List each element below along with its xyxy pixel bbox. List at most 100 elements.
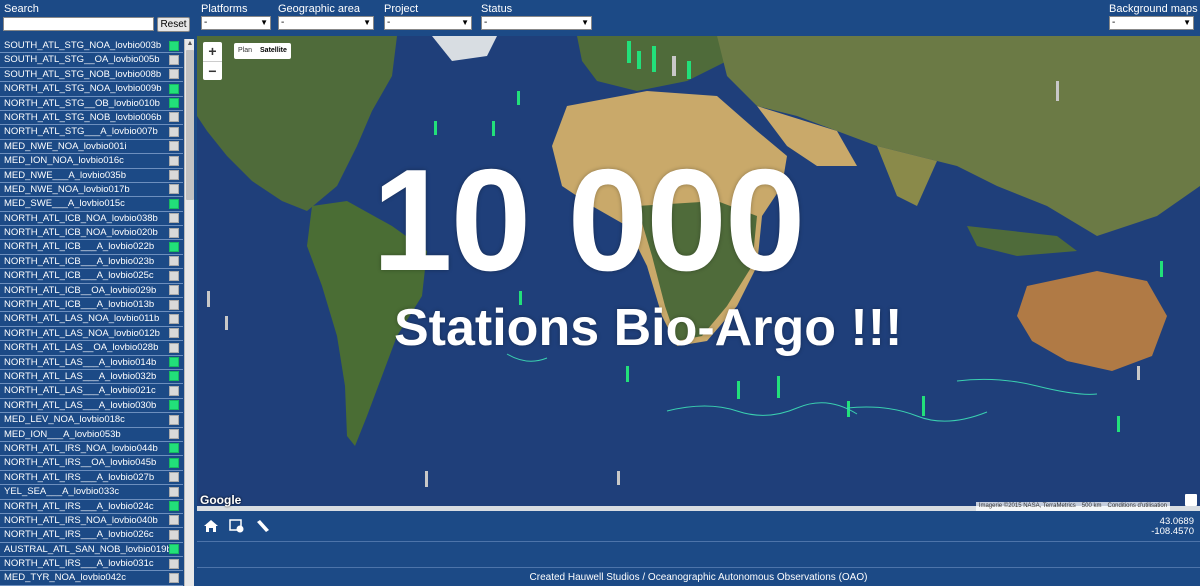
float-name: NORTH_ATL_ICB__OA_lovbio029b	[4, 284, 157, 296]
float-marker[interactable]	[517, 91, 520, 105]
float-list-item[interactable]: NORTH_ATL_ICB___A_lovbio023b	[0, 255, 183, 270]
active-status-indicator	[169, 457, 179, 468]
home-icon[interactable]	[203, 519, 219, 533]
float-list-item[interactable]: NORTH_ATL_IRS___A_lovbio026c	[0, 528, 183, 543]
float-list-item[interactable]: NORTH_ATL_STG__OB_lovbio010b	[0, 97, 183, 111]
float-list-item[interactable]: NORTH_ATL_LAS___A_lovbio014b	[0, 356, 183, 370]
float-list-item[interactable]: NORTH_ATL_ICB__OA_lovbio029b	[0, 284, 183, 299]
float-list-item[interactable]: MED_ION_NOA_lovbio016c	[0, 154, 183, 169]
float-marker[interactable]	[425, 471, 428, 487]
float-list-item[interactable]: SOUTH_ATL_STG_NOB_lovbio008b	[0, 68, 183, 83]
inactive-status-indicator	[169, 170, 179, 181]
float-list-item[interactable]: YEL_SEA___A_lovbio033c	[0, 485, 183, 500]
inactive-status-indicator	[169, 69, 179, 80]
float-list-item[interactable]: MED_NWE_NOA_lovbio001i	[0, 140, 183, 155]
project-value: -	[387, 17, 391, 28]
status-select[interactable]: - ▼	[481, 16, 592, 30]
map-type-satellite[interactable]: Satellite	[256, 43, 291, 59]
float-name: MED_ION___A_lovbio053b	[4, 428, 121, 440]
fullscreen-icon[interactable]	[1185, 494, 1197, 506]
active-status-indicator	[169, 241, 179, 252]
terms-link[interactable]: Conditions d'utilisation	[1104, 502, 1170, 511]
float-list-item[interactable]: NORTH_ATL_IRS_NOA_lovbio044b	[0, 442, 183, 457]
float-list-item[interactable]: NORTH_ATL_ICB___A_lovbio013b	[0, 298, 183, 313]
float-marker[interactable]	[737, 381, 740, 399]
float-marker[interactable]	[672, 56, 676, 76]
float-list-item[interactable]: NORTH_ATL_IRS___A_lovbio024c	[0, 500, 183, 514]
float-list-item[interactable]: MED_TYR_NOA_lovbio042c	[0, 571, 183, 586]
float-marker[interactable]	[1056, 81, 1059, 101]
active-status-indicator	[169, 98, 179, 109]
ruler-icon[interactable]	[255, 519, 271, 533]
float-list-item[interactable]: NORTH_ATL_STG___A_lovbio007b	[0, 125, 183, 140]
float-list-item[interactable]: MED_ION___A_lovbio053b	[0, 428, 183, 442]
float-name: NORTH_ATL_ICB___A_lovbio022b	[4, 241, 155, 253]
scroll-thumb[interactable]	[186, 50, 194, 200]
scroll-up-icon[interactable]: ▲	[185, 39, 195, 49]
background-maps-select[interactable]: - ▼	[1109, 16, 1194, 30]
float-marker[interactable]	[225, 316, 228, 330]
float-list-item[interactable]: NORTH_ATL_LAS___A_lovbio032b	[0, 370, 183, 385]
float-list-item[interactable]: NORTH_ATL_ICB___A_lovbio022b	[0, 240, 183, 255]
float-list-item[interactable]: NORTH_ATL_IRS___A_lovbio031c	[0, 557, 183, 572]
active-status-indicator	[169, 357, 179, 368]
float-marker[interactable]	[434, 121, 437, 135]
float-list-item[interactable]: SOUTH_ATL_STG__OA_lovbio005b	[0, 53, 183, 68]
float-list-item[interactable]: NORTH_ATL_STG_NOA_lovbio009b	[0, 82, 183, 97]
geographic-area-select[interactable]: - ▼	[278, 16, 374, 30]
platforms-select[interactable]: - ▼	[201, 16, 271, 30]
float-marker[interactable]	[922, 396, 925, 416]
float-marker[interactable]	[626, 366, 629, 382]
float-list-item[interactable]: NORTH_ATL_ICB_NOA_lovbio038b	[0, 212, 183, 227]
float-list-item[interactable]: NORTH_ATL_LAS___A_lovbio021c	[0, 384, 183, 399]
float-name: NORTH_ATL_ICB___A_lovbio025c	[4, 270, 154, 282]
search-input[interactable]	[3, 17, 154, 31]
float-list-item[interactable]: MED_NWE_NOA_lovbio017b	[0, 183, 183, 198]
layers-icon[interactable]	[229, 519, 245, 533]
float-list-item[interactable]: NORTH_ATL_IRS_NOA_lovbio040b	[0, 514, 183, 529]
float-list-item[interactable]: SOUTH_ATL_STG_NOA_lovbio003b	[0, 39, 183, 54]
satellite-map[interactable]: + − Plan Satellite 10 000 Stations Bio-A…	[197, 36, 1200, 511]
float-list-item[interactable]: MED_SWE___A_lovbio015c	[0, 197, 183, 212]
float-list-item[interactable]: NORTH_ATL_LAS_NOA_lovbio011b	[0, 312, 183, 327]
float-list-item[interactable]: NORTH_ATL_ICB_NOA_lovbio020b	[0, 226, 183, 241]
float-list-item[interactable]: NORTH_ATL_ICB___A_lovbio025c	[0, 269, 183, 284]
active-status-indicator	[169, 40, 179, 51]
float-list-item[interactable]: NORTH_ATL_IRS___A_lovbio027b	[0, 471, 183, 486]
float-marker[interactable]	[652, 46, 656, 72]
active-status-indicator	[169, 501, 179, 511]
zoom-out-button[interactable]: −	[203, 61, 222, 80]
list-scrollbar[interactable]: ▲	[184, 39, 194, 586]
float-name: NORTH_ATL_LAS___A_lovbio021c	[4, 385, 156, 397]
float-list-item[interactable]: NORTH_ATL_IRS__OA_lovbio045b	[0, 456, 183, 471]
float-marker[interactable]	[637, 51, 641, 69]
float-marker[interactable]	[777, 376, 780, 398]
scale-bar: 500 km	[1081, 503, 1102, 509]
float-list-item[interactable]: MED_NWE___A_lovbio035b	[0, 169, 183, 183]
imagery-credit: Imagerie ©2015 NASA, TerraMetrics	[978, 503, 1076, 509]
float-marker[interactable]	[627, 41, 631, 63]
float-marker[interactable]	[492, 121, 495, 136]
float-marker[interactable]	[1137, 366, 1140, 380]
reset-button[interactable]: Reset	[157, 17, 190, 32]
float-list-item[interactable]: NORTH_ATL_LAS__OA_lovbio028b	[0, 341, 183, 356]
float-marker[interactable]	[617, 471, 620, 485]
float-marker[interactable]	[207, 291, 210, 307]
float-list-item[interactable]: NORTH_ATL_LAS___A_lovbio030b	[0, 399, 183, 414]
inactive-status-indicator	[169, 141, 179, 152]
zoom-in-button[interactable]: +	[203, 42, 222, 61]
float-list-item[interactable]: NORTH_ATL_LAS_NOA_lovbio012b	[0, 327, 183, 342]
cursor-coordinates: 43.0689 -108.4570	[1151, 517, 1194, 537]
float-list-item[interactable]: MED_LEV_NOA_lovbio018c	[0, 413, 183, 428]
inactive-status-indicator	[169, 558, 179, 569]
float-marker[interactable]	[687, 61, 691, 79]
map-type-plan[interactable]: Plan	[234, 43, 256, 59]
inactive-status-indicator	[169, 486, 179, 497]
float-name: NORTH_ATL_IRS___A_lovbio024c	[4, 500, 154, 512]
float-list-item[interactable]: NORTH_ATL_STG_NOB_lovbio006b	[0, 111, 183, 126]
float-list-item[interactable]: AUSTRAL_ATL_SAN_NOB_lovbio019b	[0, 543, 183, 558]
project-select[interactable]: - ▼	[384, 16, 472, 30]
float-name: NORTH_ATL_ICB_NOA_lovbio020b	[4, 227, 158, 239]
float-marker[interactable]	[1117, 416, 1120, 432]
float-marker[interactable]	[1160, 261, 1163, 277]
